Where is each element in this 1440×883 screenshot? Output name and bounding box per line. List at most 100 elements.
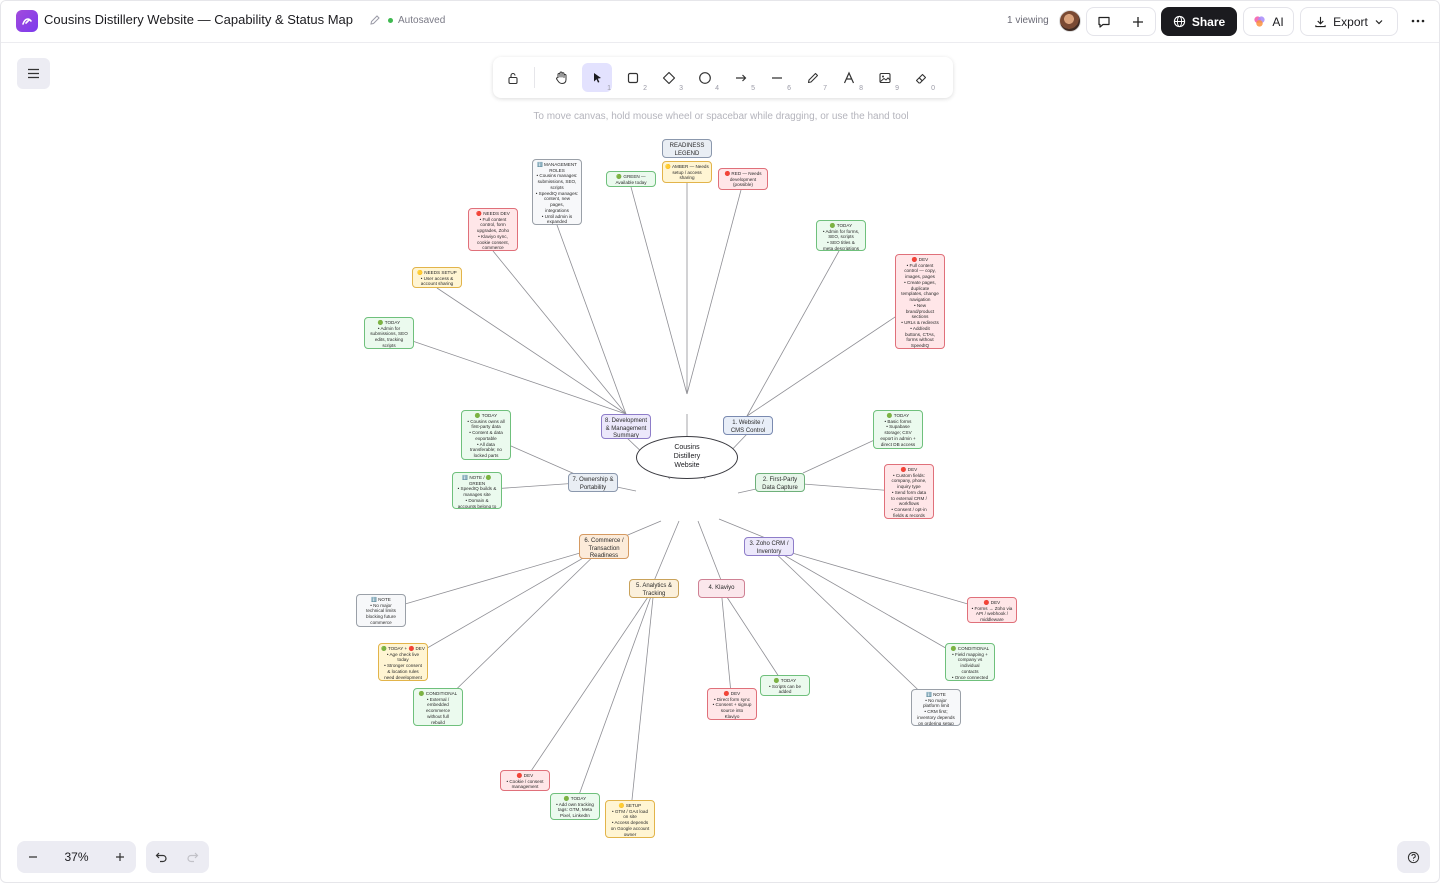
branch-commerce[interactable]: 6. Commerce / Transaction Readiness bbox=[579, 534, 629, 559]
rectangle-icon bbox=[627, 72, 639, 83]
main-menu-button[interactable] bbox=[17, 58, 50, 89]
leaf-analytics-today[interactable]: 🟢 TODAY • Add own tracking tags: GTM, Me… bbox=[550, 793, 600, 820]
leaf-first-party-today[interactable]: 🟢 TODAY • Basic forms • Supabase storage… bbox=[873, 410, 923, 449]
legend-green[interactable]: 🟢 GREEN — Available today bbox=[606, 171, 656, 187]
tool-rectangle[interactable]: 2 bbox=[618, 63, 648, 92]
branch-zoho-crm[interactable]: 3. Zoho CRM / Inventory bbox=[744, 537, 794, 556]
leaf-ownership-today[interactable]: 🟢 TODAY • Cousins owns all first-party d… bbox=[461, 410, 511, 460]
zoom-out-button[interactable] bbox=[17, 841, 49, 873]
edit-title-icon[interactable] bbox=[368, 13, 382, 27]
avatar[interactable] bbox=[1059, 10, 1081, 32]
autosave-label: Autosaved bbox=[398, 15, 446, 26]
branch-ownership[interactable]: 7. Ownership & Portability bbox=[568, 473, 618, 492]
connector-line bbox=[524, 587, 655, 781]
tool-shortcut: 8 bbox=[859, 85, 863, 92]
app-logo-icon[interactable] bbox=[16, 10, 38, 32]
export-button[interactable]: Export bbox=[1300, 7, 1398, 36]
eraser-icon bbox=[915, 73, 927, 84]
leaf-needs-dev[interactable]: 🔴 NEEDS DEV • Full content control, form… bbox=[468, 208, 518, 251]
tool-hand[interactable] bbox=[546, 63, 576, 92]
leaf-analytics-setup[interactable]: 🟡 SETUP • GTM / GA4 load on site • Acces… bbox=[605, 800, 655, 838]
canvas-hint: To move canvas, hold mouse wheel or spac… bbox=[533, 111, 909, 122]
share-label: Share bbox=[1191, 14, 1226, 29]
connector-line bbox=[767, 545, 971, 663]
share-button[interactable]: Share bbox=[1161, 7, 1237, 36]
tool-eraser[interactable]: 0 bbox=[906, 63, 936, 92]
zoom-in-button[interactable] bbox=[104, 841, 136, 873]
leaf-ownership-note[interactable]: ℹ️ NOTE / 🟢 GREEN • SpeedIQ builds & man… bbox=[452, 472, 502, 509]
branch-first-party-data[interactable]: 2. First-Party Data Capture bbox=[755, 473, 805, 492]
image-icon bbox=[879, 72, 891, 83]
leaf-zoho-dev[interactable]: 🔴 DEV • Forms → Zoho via API / webhook /… bbox=[967, 597, 1017, 623]
leaf-first-party-dev[interactable]: 🔴 DEV • Custom fields: company, phone, i… bbox=[884, 464, 934, 519]
leaf-commerce-today-dev[interactable]: 🟢 TODAY + 🔴 DEV • Age check live today •… bbox=[378, 643, 428, 681]
connector-line bbox=[380, 545, 605, 612]
tool-palette: 1 2 3 4 5 6 7 8 9 0 bbox=[493, 57, 953, 98]
tool-shortcut: 3 bbox=[679, 85, 683, 92]
legend-title[interactable]: READINESS LEGEND bbox=[662, 139, 712, 158]
leaf-commerce-conditional[interactable]: 🟢 CONDITIONAL • External / embedded ecom… bbox=[413, 688, 463, 726]
connector-line bbox=[746, 250, 840, 417]
leaf-cms-today[interactable]: 🟢 TODAY • Admin for forms, SEO, scripts … bbox=[816, 220, 866, 251]
tool-shortcut: 4 bbox=[715, 85, 719, 92]
plus-icon bbox=[1133, 16, 1143, 27]
leaf-cms-dev[interactable]: 🔴 DEV • Full content control — copy, ima… bbox=[895, 254, 945, 349]
tool-text[interactable]: 8 bbox=[834, 63, 864, 92]
viewer-count: 1 viewing bbox=[1007, 15, 1049, 26]
connector-line bbox=[436, 287, 627, 415]
leaf-dev-today[interactable]: 🟢 TODAY • Admin for submissions, SEO edi… bbox=[364, 317, 414, 349]
tool-shortcut: 2 bbox=[643, 85, 647, 92]
help-icon bbox=[1407, 851, 1420, 863]
leaf-zoho-note[interactable]: ℹ️ NOTE • No major platform limit • CRM … bbox=[911, 689, 961, 726]
tool-shortcut: 5 bbox=[751, 85, 755, 92]
undo-icon bbox=[155, 852, 167, 863]
branch-klaviyo[interactable]: 4. Klaviyo bbox=[698, 579, 745, 598]
connector-line bbox=[686, 189, 742, 395]
toolbar-divider bbox=[534, 67, 535, 88]
leaf-klaviyo-dev[interactable]: 🔴 DEV • Direct form sync • Consent + sig… bbox=[707, 688, 757, 720]
tool-shortcut: 1 bbox=[607, 85, 611, 92]
tool-select[interactable]: 1 bbox=[582, 63, 612, 92]
tool-shortcut: 6 bbox=[787, 85, 791, 92]
comment-button[interactable] bbox=[1087, 8, 1121, 35]
ai-label: AI bbox=[1272, 14, 1284, 29]
legend-red[interactable]: 🔴 RED — Needs development (possible) bbox=[718, 168, 768, 190]
more-options-button[interactable] bbox=[1406, 11, 1430, 31]
connector-line bbox=[718, 518, 769, 540]
undo-button[interactable] bbox=[146, 841, 177, 873]
tool-lock[interactable] bbox=[498, 63, 528, 92]
connector-line bbox=[556, 224, 627, 415]
tool-draw[interactable]: 7 bbox=[798, 63, 828, 92]
leaf-klaviyo-today[interactable]: 🟢 TODAY • Scripts can be added bbox=[760, 675, 810, 696]
tool-diamond[interactable]: 3 bbox=[654, 63, 684, 92]
tool-ellipse[interactable]: 4 bbox=[690, 63, 720, 92]
tool-image[interactable]: 9 bbox=[870, 63, 900, 92]
connector-line bbox=[720, 587, 733, 705]
branch-analytics[interactable]: 5. Analytics & Tracking bbox=[629, 579, 679, 598]
connector-line bbox=[629, 587, 655, 820]
leaf-zoho-conditional[interactable]: 🟢 CONDITIONAL • Field mapping + company … bbox=[945, 643, 995, 681]
arrow-icon bbox=[736, 74, 747, 81]
add-button[interactable] bbox=[1121, 8, 1155, 35]
leaf-analytics-dev[interactable]: 🔴 DEV • Cookie / consent management bbox=[500, 770, 550, 791]
tool-shortcut: 9 bbox=[895, 85, 899, 92]
redo-button[interactable] bbox=[177, 841, 208, 873]
branch-dev-management[interactable]: 8. Development & Management Summary bbox=[601, 414, 651, 439]
more-icon bbox=[1411, 19, 1425, 23]
tool-arrow[interactable]: 5 bbox=[726, 63, 756, 92]
connector-line bbox=[388, 332, 627, 415]
leaf-commerce-note[interactable]: ℹ️ NOTE • No major technical limits bloc… bbox=[356, 594, 406, 627]
connector-line bbox=[492, 250, 627, 415]
leaf-management-roles[interactable]: ℹ️ MANAGEMENT ROLES • Cousins manages: s… bbox=[532, 159, 582, 225]
help-button[interactable] bbox=[1397, 841, 1430, 873]
connector-line bbox=[574, 587, 655, 807]
legend-amber[interactable]: 🟡 AMBER — Needs setup / access sharing bbox=[662, 161, 712, 183]
tool-line[interactable]: 6 bbox=[762, 63, 792, 92]
connector-line bbox=[437, 545, 605, 708]
zoom-level[interactable]: 37% bbox=[49, 850, 104, 864]
mindmap-center-node[interactable]: Cousins Distillery Website bbox=[636, 436, 738, 479]
ai-button[interactable]: AI bbox=[1243, 7, 1294, 36]
document-title[interactable]: Cousins Distillery Website — Capability … bbox=[44, 12, 353, 27]
leaf-needs-setup[interactable]: 🟡 NEEDS SETUP • User access & account sh… bbox=[412, 267, 462, 288]
branch-website-cms[interactable]: 1. Website / CMS Control bbox=[723, 416, 773, 435]
